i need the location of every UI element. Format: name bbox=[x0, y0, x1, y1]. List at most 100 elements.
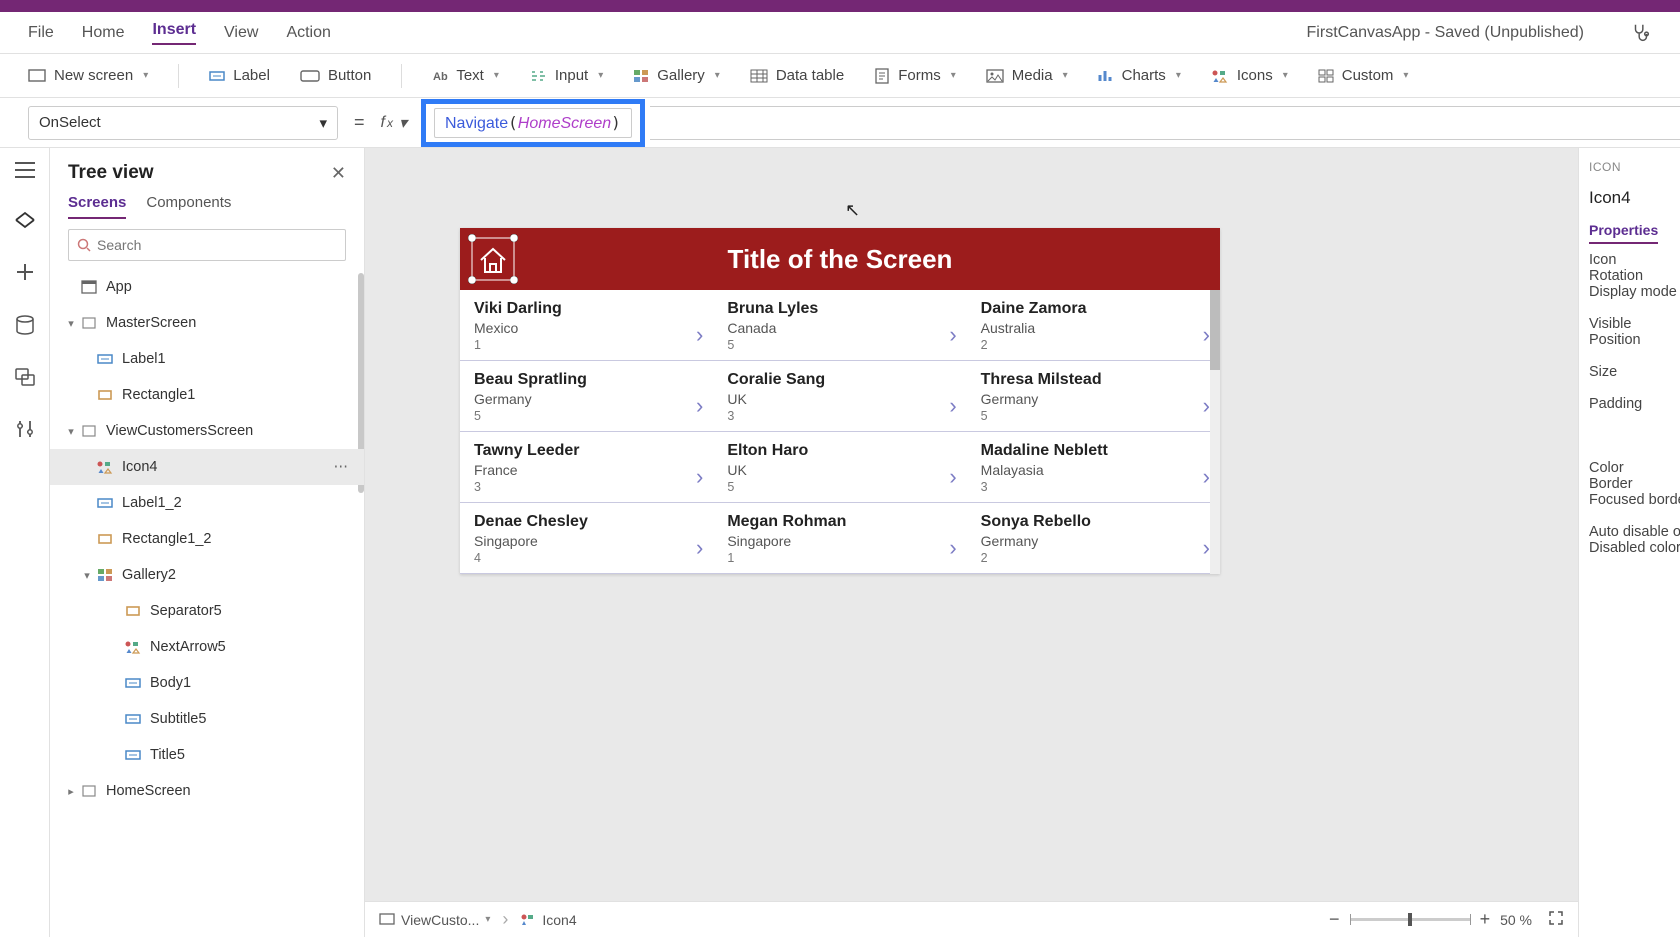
chevron-right-icon[interactable]: › bbox=[696, 393, 703, 419]
tree-node-subtitle5[interactable]: Subtitle5 bbox=[50, 701, 364, 737]
chevron-right-icon[interactable]: › bbox=[1203, 322, 1210, 348]
formula-input[interactable]: Navigate(HomeScreen) bbox=[434, 108, 632, 138]
tab-screens[interactable]: Screens bbox=[68, 194, 126, 219]
chevron-right-icon[interactable]: › bbox=[1203, 464, 1210, 490]
chevron-right-icon[interactable]: › bbox=[949, 393, 956, 419]
tree-node-label1[interactable]: Label1 bbox=[50, 341, 364, 377]
ribbon-text[interactable]: Abc Text▾ bbox=[432, 67, 499, 84]
gallery-item[interactable]: Viki DarlingMexico1› bbox=[460, 290, 713, 360]
chevron-right-icon[interactable]: › bbox=[949, 464, 956, 490]
tab-properties[interactable]: Properties bbox=[1589, 222, 1658, 244]
property-row[interactable] bbox=[1589, 444, 1670, 460]
rail-insert-icon[interactable] bbox=[15, 262, 35, 287]
ribbon-icons[interactable]: Icons▾ bbox=[1211, 67, 1288, 84]
tree-node-gallery2[interactable]: ▾Gallery2 bbox=[50, 557, 364, 593]
tree-node-rectangle1_2[interactable]: Rectangle1_2 bbox=[50, 521, 364, 557]
menu-action[interactable]: Action bbox=[286, 24, 330, 42]
tree-node-nextarrow5[interactable]: NextArrow5 bbox=[50, 629, 364, 665]
gallery-item[interactable]: Thresa MilsteadGermany5› bbox=[967, 361, 1220, 431]
menu-file[interactable]: File bbox=[28, 24, 54, 42]
property-row[interactable]: Border bbox=[1589, 476, 1670, 492]
gallery-item[interactable]: Coralie SangUK3› bbox=[713, 361, 966, 431]
chevron-right-icon[interactable]: › bbox=[949, 322, 956, 348]
property-row[interactable] bbox=[1589, 348, 1670, 364]
zoom-slider[interactable] bbox=[1350, 918, 1470, 921]
fit-to-screen-icon[interactable] bbox=[1548, 910, 1564, 929]
menu-view[interactable]: View bbox=[224, 24, 258, 42]
rail-hamburger-icon[interactable] bbox=[15, 162, 35, 183]
gallery-item[interactable]: Elton HaroUK5› bbox=[713, 432, 966, 502]
tree-node-masterscreen[interactable]: ▾MasterScreen bbox=[50, 305, 364, 341]
tree-node-viewcustomersscreen[interactable]: ▾ViewCustomersScreen bbox=[50, 413, 364, 449]
gallery-item[interactable]: Tawny LeederFrance3› bbox=[460, 432, 713, 502]
ribbon-charts[interactable]: Charts▾ bbox=[1098, 67, 1181, 84]
rail-advanced-icon[interactable] bbox=[16, 419, 34, 444]
chevron-right-icon[interactable]: › bbox=[949, 535, 956, 561]
fx-icon[interactable]: fx▾ bbox=[381, 113, 407, 133]
property-row[interactable]: Display mode bbox=[1589, 284, 1670, 300]
property-row[interactable]: Color bbox=[1589, 460, 1670, 476]
gallery-item[interactable]: Beau SpratlingGermany5› bbox=[460, 361, 713, 431]
property-row[interactable]: Icon bbox=[1589, 252, 1670, 268]
property-row[interactable]: Rotation bbox=[1589, 268, 1670, 284]
property-row[interactable] bbox=[1589, 412, 1670, 428]
property-row[interactable] bbox=[1589, 428, 1670, 444]
zoom-in-button[interactable]: + bbox=[1480, 909, 1491, 930]
gallery-item[interactable]: Madaline NeblettMalayasia3› bbox=[967, 432, 1220, 502]
chevron-right-icon[interactable]: › bbox=[696, 322, 703, 348]
tab-components[interactable]: Components bbox=[146, 194, 231, 219]
ribbon-new-screen[interactable]: New screen▾ bbox=[28, 67, 148, 84]
ribbon-button[interactable]: Button bbox=[300, 67, 371, 84]
property-row[interactable]: Disabled color bbox=[1589, 540, 1670, 556]
chevron-right-icon[interactable]: › bbox=[696, 464, 703, 490]
rail-media-icon[interactable] bbox=[15, 368, 35, 391]
ribbon-data-table[interactable]: Data table bbox=[750, 67, 844, 84]
tree-node-label1_2[interactable]: Label1_2 bbox=[50, 485, 364, 521]
property-selector[interactable]: OnSelect ▾ bbox=[28, 106, 338, 140]
ribbon-media[interactable]: Media▾ bbox=[986, 67, 1068, 84]
gallery[interactable]: Viki DarlingMexico1›Bruna LylesCanada5›D… bbox=[460, 290, 1220, 574]
menu-home[interactable]: Home bbox=[82, 24, 125, 42]
ribbon-label[interactable]: Label bbox=[209, 67, 270, 84]
tree-node-separator5[interactable]: Separator5 bbox=[50, 593, 364, 629]
property-row[interactable] bbox=[1589, 380, 1670, 396]
breadcrumb-screen[interactable]: ViewCusto... ▾ bbox=[379, 912, 490, 928]
property-row[interactable]: Padding bbox=[1589, 396, 1670, 412]
canvas-viewport[interactable]: ↖ bbox=[365, 148, 1578, 901]
tree-node-homescreen[interactable]: ▸HomeScreen bbox=[50, 773, 364, 809]
property-row[interactable] bbox=[1589, 300, 1670, 316]
app-checker-icon[interactable] bbox=[1630, 22, 1652, 44]
gallery-item[interactable]: Daine ZamoraAustralia2› bbox=[967, 290, 1220, 360]
property-row[interactable]: Visible bbox=[1589, 316, 1670, 332]
ribbon-input[interactable]: Input▾ bbox=[529, 67, 603, 84]
tree-node-body1[interactable]: Body1 bbox=[50, 665, 364, 701]
property-row[interactable]: Size bbox=[1589, 364, 1670, 380]
selected-home-icon[interactable] bbox=[468, 234, 518, 284]
breadcrumb-element[interactable]: Icon4 bbox=[520, 912, 576, 928]
tree-node-rectangle1[interactable]: Rectangle1 bbox=[50, 377, 364, 413]
chevron-right-icon[interactable]: › bbox=[1203, 535, 1210, 561]
screen-preview[interactable]: Title of the Screen Viki DarlingMexico1›… bbox=[460, 228, 1220, 574]
property-row[interactable] bbox=[1589, 508, 1670, 524]
zoom-out-button[interactable]: − bbox=[1329, 909, 1340, 930]
property-row[interactable]: Auto disable on s bbox=[1589, 524, 1670, 540]
tree-node-icon4[interactable]: Icon4⋯ bbox=[50, 449, 364, 485]
chevron-right-icon[interactable]: › bbox=[696, 535, 703, 561]
menu-insert[interactable]: Insert bbox=[152, 21, 196, 45]
chevron-right-icon[interactable]: › bbox=[1203, 393, 1210, 419]
tree-node-app[interactable]: App bbox=[50, 269, 364, 305]
property-row[interactable]: Focused border bbox=[1589, 492, 1670, 508]
gallery-item[interactable]: Bruna LylesCanada5› bbox=[713, 290, 966, 360]
gallery-item[interactable]: Denae ChesleySingapore4› bbox=[460, 503, 713, 573]
ribbon-gallery[interactable]: Gallery▾ bbox=[633, 67, 720, 84]
rail-data-icon[interactable] bbox=[16, 315, 34, 340]
ribbon-forms[interactable]: Forms▾ bbox=[874, 67, 956, 84]
gallery-item[interactable]: Megan RohmanSingapore1› bbox=[713, 503, 966, 573]
rail-treeview-icon[interactable] bbox=[15, 211, 35, 234]
property-row[interactable]: Position bbox=[1589, 332, 1670, 348]
tree-node-title5[interactable]: Title5 bbox=[50, 737, 364, 773]
ribbon-custom[interactable]: Custom▾ bbox=[1318, 67, 1409, 84]
close-icon[interactable]: ✕ bbox=[331, 163, 346, 184]
formula-input-extent[interactable] bbox=[650, 106, 1680, 140]
tree-search[interactable] bbox=[68, 229, 346, 261]
